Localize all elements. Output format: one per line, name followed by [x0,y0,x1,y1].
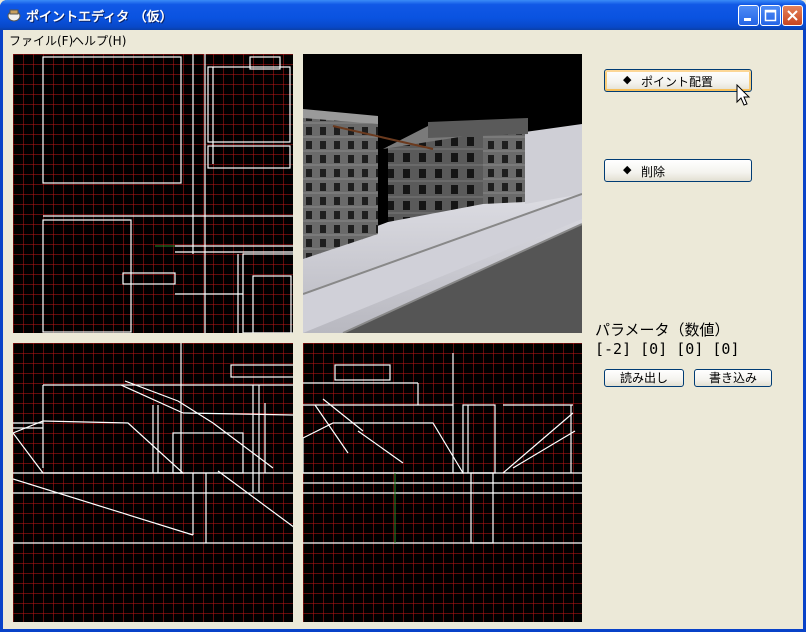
place-point-button[interactable]: ◆ ポイント配置 [604,69,752,92]
close-icon [787,10,798,21]
menu-file[interactable]: ファイル(F) [9,32,73,49]
app-window: ポイントエディタ （仮） ファイル(F) ヘルプ(H) ◆ ポイント配置 ◆ 削… [0,0,806,632]
minimize-icon [744,18,751,21]
perspective-render [303,54,582,333]
title-bar[interactable]: ポイントエディタ （仮） [0,0,806,30]
diamond-icon: ◆ [623,73,632,86]
parameter-values: [-2] [0] [0] [0] [595,340,740,358]
window-title: ポイントエディタ （仮） [26,10,173,25]
close-button[interactable] [782,5,803,26]
mouse-cursor-icon [736,84,751,106]
top-view-viewport[interactable] [13,54,293,333]
maximize-icon [764,9,777,22]
maximize-button[interactable] [760,5,781,26]
place-point-label: ポイント配置 [641,75,714,89]
side-view-viewport[interactable] [303,343,582,622]
parameter-label: パラメータ（数値） [595,321,730,339]
menu-bar: ファイル(F) ヘルプ(H) [3,30,803,48]
delete-label: 削除 [641,165,666,179]
delete-button[interactable]: ◆ 削除 [604,159,752,182]
menu-help[interactable]: ヘルプ(H) [72,32,126,49]
front-view-viewport[interactable] [13,343,293,622]
front-view-wireframe [13,343,293,622]
minimize-button[interactable] [738,5,759,26]
side-view-wireframe [303,343,582,622]
diamond-icon: ◆ [623,163,632,176]
top-view-wireframe [13,54,293,333]
perspective-view-viewport[interactable] [303,54,582,333]
app-icon [7,9,21,22]
read-button[interactable]: 読み出し [604,369,684,387]
write-button[interactable]: 書き込み [694,369,772,387]
